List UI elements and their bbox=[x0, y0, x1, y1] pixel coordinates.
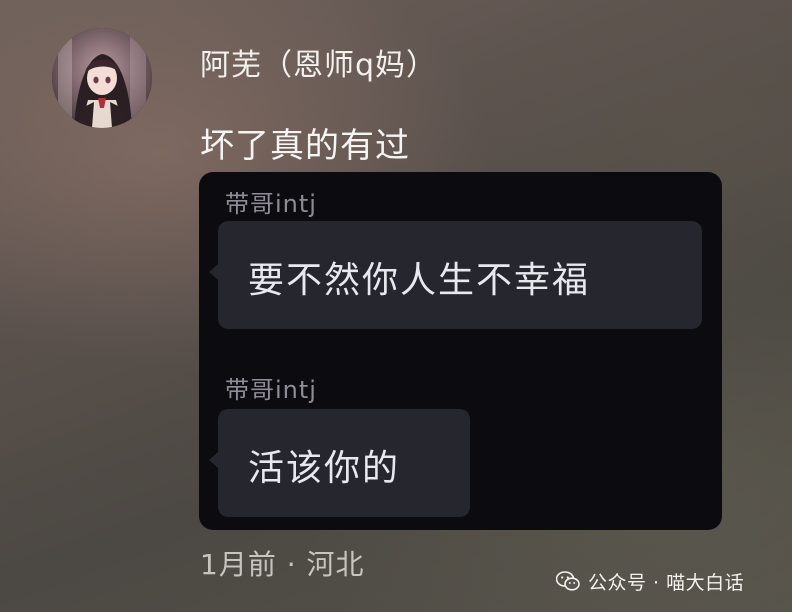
message-bubble: 要不然你人生不幸福 bbox=[209, 221, 702, 329]
comment-item: 阿芜（恩师q妈） 坏了真的有过 带哥intj 要不然你人生不幸福 带哥intj … bbox=[0, 0, 792, 612]
username[interactable]: 阿芜（恩师q妈） bbox=[200, 40, 437, 84]
avatar[interactable] bbox=[52, 28, 152, 128]
comment-meta-time-location: 1月前 · 河北 bbox=[200, 548, 365, 581]
wechat-icon bbox=[555, 570, 580, 592]
message-text: 要不然你人生不幸福 bbox=[248, 260, 591, 301]
message-text: 活该你的 bbox=[248, 448, 401, 489]
comment-text: 坏了真的有过 bbox=[200, 126, 410, 166]
watermark-text: 公众号 · 喵大白话 bbox=[588, 571, 745, 594]
avatar-anime-portrait-icon bbox=[52, 28, 152, 128]
message-sender-name: 带哥intj bbox=[225, 190, 317, 218]
chat-screenshot-image[interactable]: 带哥intj 要不然你人生不幸福 带哥intj 活该你的 bbox=[199, 172, 722, 530]
watermark: 公众号 · 喵大白话 bbox=[555, 566, 745, 596]
message-sender-name: 带哥intj bbox=[225, 376, 317, 404]
message-bubble: 活该你的 bbox=[209, 409, 470, 517]
